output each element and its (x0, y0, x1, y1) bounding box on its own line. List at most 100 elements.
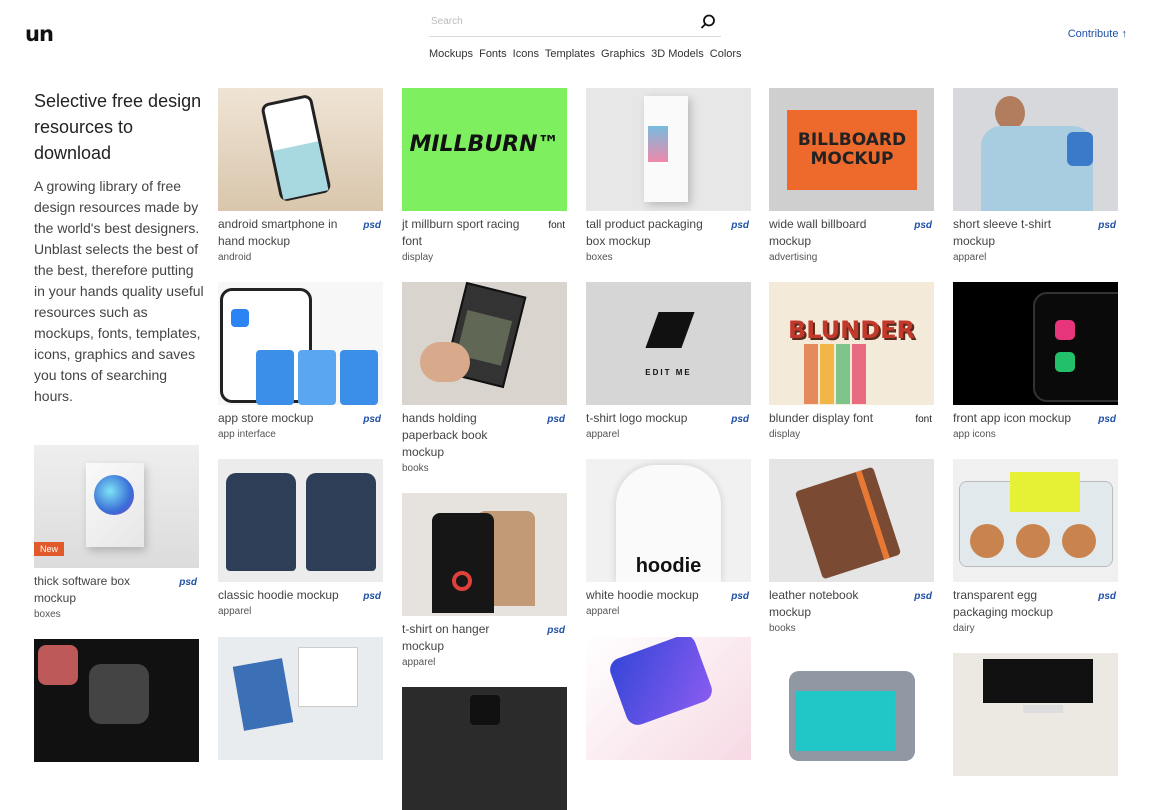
card-thumbnail[interactable]: hoodie (586, 459, 751, 582)
card-tag[interactable]: apparel (586, 606, 751, 617)
resource-card[interactable] (953, 653, 1118, 776)
card-thumbnail[interactable] (402, 687, 567, 810)
phone-image (606, 637, 716, 729)
card-title[interactable]: front app icon mockup (953, 410, 1118, 427)
resource-card[interactable]: hoodie white hoodie mockup apparel psd (586, 459, 751, 617)
card-title[interactable]: short sleeve t-shirt mockup (953, 216, 1118, 250)
thumb-text: BLUNDER (787, 316, 916, 344)
card-thumbnail[interactable]: BLUNDER (769, 282, 934, 405)
search-bar[interactable]: Search (429, 9, 721, 37)
resource-card[interactable]: transparent egg packaging mockup dairy psd (953, 459, 1118, 634)
card-thumbnail[interactable]: MILLBURN™ (402, 88, 567, 211)
intro-section: Selective free design resources to downl… (34, 88, 204, 407)
psd-badge: psd (731, 591, 749, 602)
card-title[interactable]: app store mockup (218, 410, 383, 427)
card-thumbnail[interactable] (218, 459, 383, 582)
card-tag[interactable]: app icons (953, 429, 1118, 440)
card-thumbnail[interactable] (953, 282, 1118, 405)
card-thumbnail[interactable] (586, 637, 751, 760)
tablet-image (789, 671, 915, 761)
card-title[interactable]: white hoodie mockup (586, 587, 751, 604)
resource-card[interactable] (586, 637, 751, 760)
nav-icons[interactable]: Icons (513, 48, 539, 60)
font-badge: font (915, 414, 932, 425)
card-title[interactable]: hands holding paperback book mockup (402, 410, 567, 461)
card-tag[interactable]: books (402, 463, 567, 474)
nav-graphics[interactable]: Graphics (601, 48, 645, 60)
card-tag[interactable]: advertising (769, 252, 934, 263)
screen-card (340, 350, 378, 405)
resource-card[interactable]: hands holding paperback book mockup books… (402, 282, 567, 474)
thumb-text: EDIT ME (645, 368, 692, 377)
nav-mockups[interactable]: Mockups (429, 48, 473, 60)
card-title[interactable]: tall product packaging box mockup (586, 216, 751, 250)
card-thumbnail[interactable] (953, 653, 1118, 776)
resource-card[interactable]: EDIT ME t-shirt logo mockup apparel psd (586, 282, 751, 440)
resource-card[interactable]: android smartphone in hand mockup android… (218, 88, 383, 263)
resource-card[interactable]: app store mockup app interface psd (218, 282, 383, 440)
resource-card[interactable] (402, 687, 567, 810)
site-logo[interactable]: un (25, 22, 54, 46)
resource-card[interactable]: MILLBURN™ jt millburn sport racing font d… (402, 88, 567, 263)
resource-card[interactable]: classic hoodie mockup apparel psd (218, 459, 383, 617)
label (1010, 472, 1080, 512)
card-thumbnail[interactable]: EDIT ME (586, 282, 751, 405)
psd-badge: psd (179, 577, 197, 588)
card-tag[interactable]: display (769, 429, 934, 440)
card-title[interactable]: thick software box mockup (34, 573, 199, 607)
resource-card[interactable] (34, 639, 199, 762)
card-title[interactable]: classic hoodie mockup (218, 587, 383, 604)
card-thumbnail[interactable] (586, 88, 751, 211)
card-tag[interactable]: android (218, 252, 383, 263)
card-tag[interactable]: books (769, 623, 934, 634)
contribute-link[interactable]: Contribute ↑ (1068, 28, 1127, 40)
nav-fonts[interactable]: Fonts (479, 48, 507, 60)
keycap-image (89, 664, 149, 724)
resource-card[interactable]: short sleeve t-shirt mockup apparel psd (953, 88, 1118, 263)
card-thumbnail[interactable] (953, 459, 1118, 582)
card-tag[interactable]: apparel (953, 252, 1118, 263)
card-thumbnail[interactable]: BILLBOARD MOCKUP (769, 88, 934, 211)
card-tag[interactable]: boxes (34, 609, 199, 620)
card-title[interactable]: leather notebook mockup (769, 587, 934, 621)
card-tag[interactable]: apparel (402, 657, 567, 668)
card-title[interactable]: android smartphone in hand mockup (218, 216, 383, 250)
card-thumbnail[interactable]: New (34, 445, 199, 568)
card-tag[interactable]: apparel (586, 429, 751, 440)
card-tag[interactable]: apparel (218, 606, 383, 617)
card-thumbnail[interactable] (34, 639, 199, 762)
resource-card[interactable]: BLUNDER blunder display font display font (769, 282, 934, 440)
card-thumbnail[interactable] (402, 493, 567, 616)
resource-card[interactable]: New thick software box mockup boxes psd (34, 445, 199, 620)
card-tag[interactable]: app interface (218, 429, 383, 440)
card-title[interactable]: transparent egg packaging mockup (953, 587, 1118, 621)
card-thumbnail[interactable] (218, 637, 383, 760)
card-tag[interactable]: boxes (586, 252, 751, 263)
card-title[interactable]: jt millburn sport racing font (402, 216, 567, 250)
resource-card[interactable]: tall product packaging box mockup boxes ps… (586, 88, 751, 263)
card-thumbnail[interactable] (218, 88, 383, 211)
resource-card[interactable]: front app icon mockup app icons psd (953, 282, 1118, 440)
resource-card[interactable]: BILLBOARD MOCKUP wide wall billboard moc… (769, 88, 934, 263)
card-thumbnail[interactable] (218, 282, 383, 405)
resource-card[interactable]: leather notebook mockup books psd (769, 459, 934, 634)
card-thumbnail[interactable] (769, 459, 934, 582)
card-thumbnail[interactable] (402, 282, 567, 405)
card-thumbnail[interactable] (953, 88, 1118, 211)
nav-3d-models[interactable]: 3D Models (651, 48, 704, 60)
resource-card[interactable]: t-shirt on hanger mockup apparel psd (402, 493, 567, 668)
card-thumbnail[interactable] (769, 671, 934, 794)
font-badge: font (548, 220, 565, 231)
card-tag[interactable]: dairy (953, 623, 1118, 634)
card-title[interactable]: t-shirt on hanger mockup (402, 621, 567, 655)
nav-templates[interactable]: Templates (545, 48, 595, 60)
resource-card[interactable] (218, 637, 383, 760)
nav-colors[interactable]: Colors (710, 48, 742, 60)
search-icon[interactable] (699, 13, 717, 31)
resource-card[interactable] (769, 671, 934, 794)
search-placeholder[interactable]: Search (431, 16, 463, 27)
card-title[interactable]: t-shirt logo mockup (586, 410, 751, 427)
card-tag[interactable]: display (402, 252, 567, 263)
card-title[interactable]: wide wall billboard mockup (769, 216, 934, 250)
card-title[interactable]: blunder display font (769, 410, 934, 427)
